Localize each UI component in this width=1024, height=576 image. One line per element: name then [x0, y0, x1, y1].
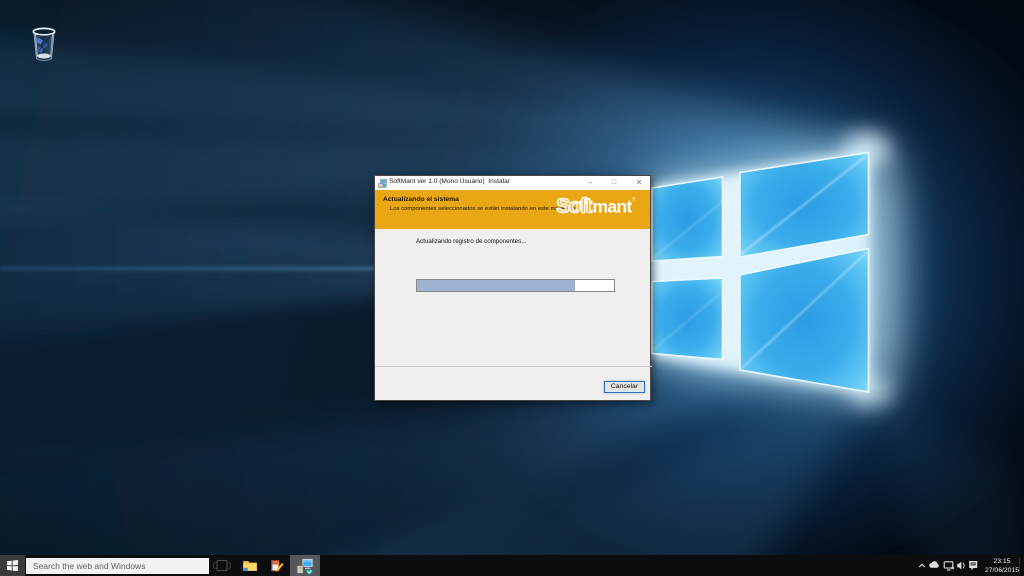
svg-text:mant: mant [593, 197, 633, 217]
svg-text:Soft: Soft [556, 196, 592, 218]
svg-text:®: ® [632, 195, 636, 202]
